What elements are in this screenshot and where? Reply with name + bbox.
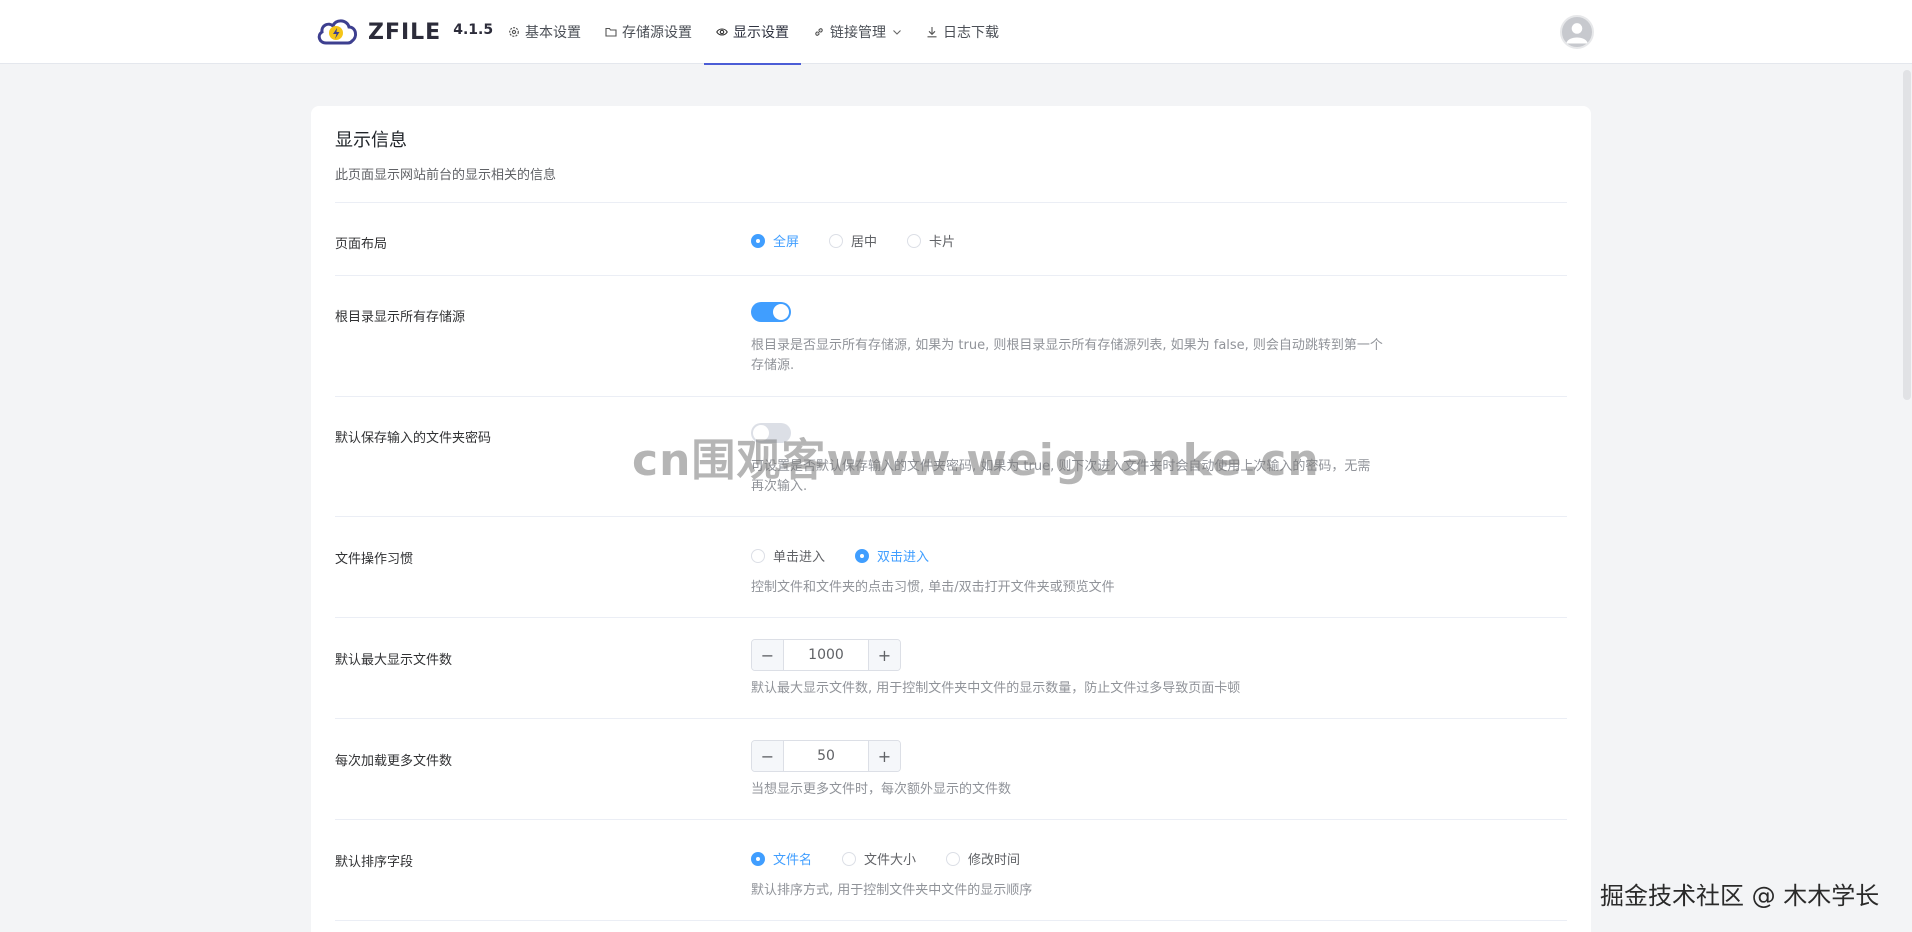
radio-unchecked-icon <box>907 233 922 248</box>
minus-icon[interactable]: − <box>752 640 784 670</box>
radio-label: 修改时间 <box>968 853 1021 868</box>
sort-option-size[interactable]: 文件大小 <box>842 849 916 868</box>
sort-option-modified[interactable]: 修改时间 <box>946 849 1020 868</box>
download-icon <box>926 26 938 38</box>
max-files-stepper: − + <box>751 639 901 671</box>
radio-label: 全屏 <box>773 235 800 250</box>
link-icon <box>813 26 825 38</box>
click-habit-option-single[interactable]: 单击进入 <box>751 546 825 565</box>
radio-unchecked-icon <box>842 851 857 866</box>
root-show-all-help: 根目录是否显示所有存储源, 如果为 true, 则根目录显示所有存储源列表, 如… <box>751 336 1431 376</box>
radio-checked-icon <box>751 851 765 866</box>
card-header: 显示信息 此页面显示网站前台的显示相关的信息 <box>335 126 556 183</box>
main-nav: 基本设置 存储源设置 显示设置 链接管理 日志下载 <box>496 0 1011 65</box>
minus-icon[interactable]: − <box>752 741 784 771</box>
top-header: ZFILE 4.1.5 基本设置 存储源设置 显示设置 链接管理 日志下载 <box>0 0 1912 65</box>
max-files-input[interactable] <box>784 640 868 670</box>
radio-checked-icon <box>855 548 870 563</box>
load-more-stepper: − + <box>751 740 901 772</box>
radio-label: 文件大小 <box>864 853 917 868</box>
folder-icon <box>605 26 617 38</box>
divider <box>335 396 1567 397</box>
click-habit-label: 文件操作习惯 <box>335 552 414 567</box>
user-avatar[interactable] <box>1560 15 1594 49</box>
chevron-down-icon <box>892 27 902 37</box>
root-show-all-toggle[interactable] <box>751 302 791 322</box>
divider <box>335 718 1567 719</box>
radio-unchecked-icon <box>946 851 961 866</box>
divider <box>335 819 1567 820</box>
corner-watermark: 掘金技术社区 @ 木木学长 <box>1600 882 1880 910</box>
load-more-input[interactable] <box>784 741 868 771</box>
nav-label: 日志下载 <box>943 25 999 41</box>
nav-label: 基本设置 <box>525 25 581 41</box>
sort-field-radio-group: 文件名 文件大小 修改时间 <box>751 849 1050 868</box>
radio-label: 文件名 <box>773 853 813 868</box>
help-text: 存储源. <box>751 358 795 373</box>
sort-field-label: 默认排序字段 <box>335 855 414 870</box>
toggle-knob <box>773 304 789 320</box>
layout-option-fullscreen[interactable]: 全屏 <box>751 231 799 250</box>
click-habit-radio-group: 单击进入 双击进入 <box>751 546 959 565</box>
nav-link-management[interactable]: 链接管理 <box>801 0 914 64</box>
logo-text: ZFILE <box>368 19 442 45</box>
load-more-stepper-wrap: − + <box>751 740 901 772</box>
divider <box>335 516 1567 517</box>
remember-password-label: 默认保存输入的文件夹密码 <box>335 431 492 446</box>
radio-label: 单击进入 <box>773 550 826 565</box>
radio-label: 双击进入 <box>877 550 930 565</box>
nav-label: 显示设置 <box>733 25 789 41</box>
radio-label: 居中 <box>851 235 878 250</box>
help-text: 根目录是否显示所有存储源, 如果为 true, 则根目录显示所有存储源列表, 如… <box>751 338 1383 353</box>
app-version: 4.1.5 <box>453 22 494 38</box>
nav-basic-settings[interactable]: 基本设置 <box>496 0 593 64</box>
nav-label: 链接管理 <box>830 25 886 41</box>
cloud-logo-icon <box>317 19 358 45</box>
radio-checked-icon <box>751 233 765 248</box>
app-logo[interactable]: ZFILE 4.1.5 <box>316 14 493 50</box>
toggle-knob <box>753 425 769 441</box>
divider <box>335 275 1567 276</box>
remember-password-switch-wrap <box>751 423 791 443</box>
nav-display-settings[interactable]: 显示设置 <box>704 0 801 65</box>
radio-unchecked-icon <box>829 233 844 248</box>
card-title: 显示信息 <box>335 130 407 151</box>
layout-label: 页面布局 <box>335 237 388 252</box>
layout-option-card[interactable]: 卡片 <box>907 231 955 250</box>
sort-option-name[interactable]: 文件名 <box>751 849 812 868</box>
max-files-label: 默认最大显示文件数 <box>335 653 453 668</box>
plus-icon[interactable]: + <box>868 640 900 670</box>
divider <box>335 617 1567 618</box>
click-habit-help: 控制文件和文件夹的点击习惯, 单击/双击打开文件夹或预览文件 <box>751 580 1115 595</box>
radio-unchecked-icon <box>751 548 765 563</box>
remember-password-toggle[interactable] <box>751 423 791 443</box>
load-more-help: 当想显示更多文件时，每次额外显示的文件数 <box>751 782 1012 797</box>
layout-option-center[interactable]: 居中 <box>829 231 877 250</box>
eye-icon <box>716 26 728 38</box>
display-settings-card: 显示信息 此页面显示网站前台的显示相关的信息 页面布局 全屏 居中 卡片 根目录… <box>311 106 1591 932</box>
divider <box>335 920 1567 921</box>
nav-storage-settings[interactable]: 存储源设置 <box>593 0 704 64</box>
help-text: 可设置是否默认保存输入的文件夹密码, 如果为 true, 则下次进入文件夹时会自… <box>751 459 1371 474</box>
page-scrollbar-thumb[interactable] <box>1903 70 1911 400</box>
max-files-stepper-wrap: − + <box>751 639 901 671</box>
divider <box>335 202 1567 203</box>
radio-label: 卡片 <box>929 235 956 250</box>
load-more-label: 每次加载更多文件数 <box>335 754 453 769</box>
nav-log-download[interactable]: 日志下载 <box>914 0 1011 64</box>
click-habit-option-double[interactable]: 双击进入 <box>855 546 929 565</box>
card-subtitle: 此页面显示网站前台的显示相关的信息 <box>335 168 557 183</box>
sort-field-help: 默认排序方式, 用于控制文件夹中文件的显示顺序 <box>751 883 1033 898</box>
root-show-all-switch-wrap <box>751 302 791 322</box>
gear-icon <box>508 26 520 38</box>
root-show-all-label: 根目录显示所有存储源 <box>335 310 466 325</box>
max-files-help: 默认最大显示文件数, 用于控制文件夹中文件的显示数量，防止文件过多导致页面卡顿 <box>751 681 1241 696</box>
plus-icon[interactable]: + <box>868 741 900 771</box>
help-text: 再次输入. <box>751 479 808 494</box>
nav-label: 存储源设置 <box>622 25 692 41</box>
layout-radio-group: 全屏 居中 卡片 <box>751 231 985 250</box>
remember-password-help: 可设置是否默认保存输入的文件夹密码, 如果为 true, 则下次进入文件夹时会自… <box>751 457 1431 497</box>
user-icon <box>1566 23 1588 44</box>
